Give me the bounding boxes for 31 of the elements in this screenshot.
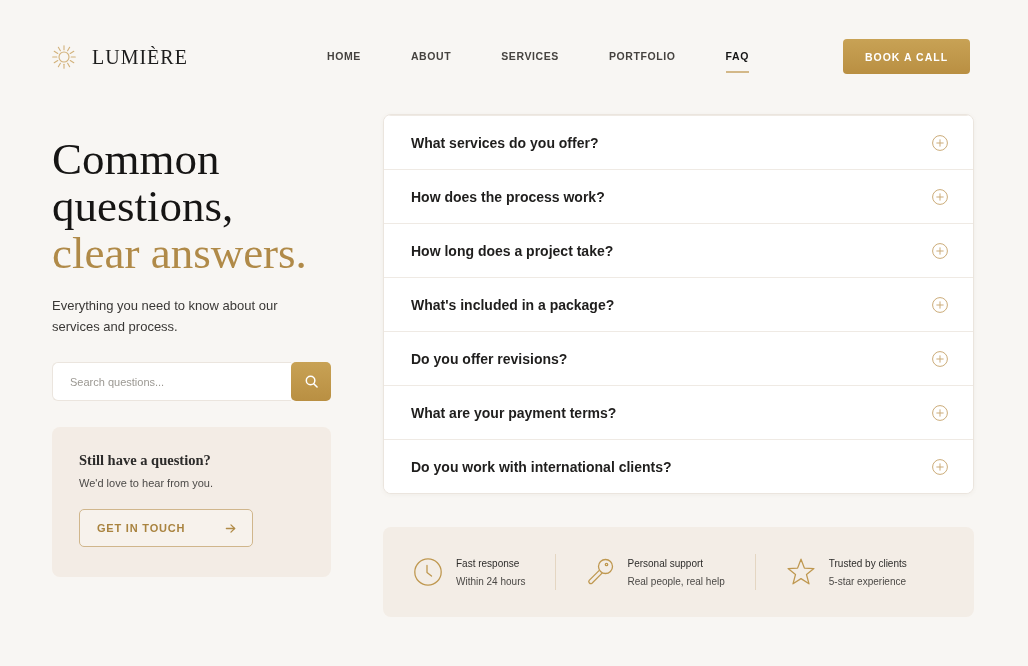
faq-item[interactable]: What services do you offer? (384, 115, 973, 169)
sun-icon (52, 44, 76, 69)
arrow-right-icon (225, 522, 236, 534)
faq-item[interactable]: How long does a project take? (384, 223, 973, 277)
faq-item[interactable]: What are your payment terms? (384, 385, 973, 439)
nav-link[interactable]: PORTFOLIO (608, 40, 676, 73)
intro-text: Everything you need to know about our services and process. (52, 297, 279, 336)
nav-link[interactable]: FAQ (725, 40, 749, 73)
search-field[interactable]: Search questions... (52, 362, 291, 401)
feature-title: Personal support (627, 556, 705, 570)
search-icon (304, 375, 318, 388)
feature-title: Fast response (456, 556, 521, 570)
search-button[interactable] (291, 362, 331, 401)
clock-icon (413, 557, 443, 587)
card-title: Still have a question? (79, 451, 212, 470)
faq-item[interactable]: Do you offer revisions? (384, 331, 973, 385)
page-heading: Common questions, clear answers. (52, 136, 308, 277)
feature-title: Trusted by clients (828, 556, 907, 570)
nav-link[interactable]: SERVICES (501, 40, 559, 73)
card-text: We'd love to hear from you. (79, 476, 214, 490)
faq-item[interactable]: What's included in a package? (384, 277, 973, 331)
nav-link[interactable]: HOME (327, 40, 361, 73)
feature-subtitle: Real people, real help (627, 574, 725, 588)
feature-subtitle: Within 24 hours (456, 574, 526, 588)
logo-text: LUMIÈRE (92, 44, 188, 69)
key-icon (586, 558, 615, 586)
faq-item[interactable]: How does the process work? (384, 169, 973, 223)
feature-subtitle: 5-star experience (828, 574, 907, 588)
faq-item[interactable]: Do you work with international clients? (384, 439, 973, 493)
star-icon (785, 557, 816, 587)
nav-link[interactable]: ABOUT (410, 40, 452, 73)
